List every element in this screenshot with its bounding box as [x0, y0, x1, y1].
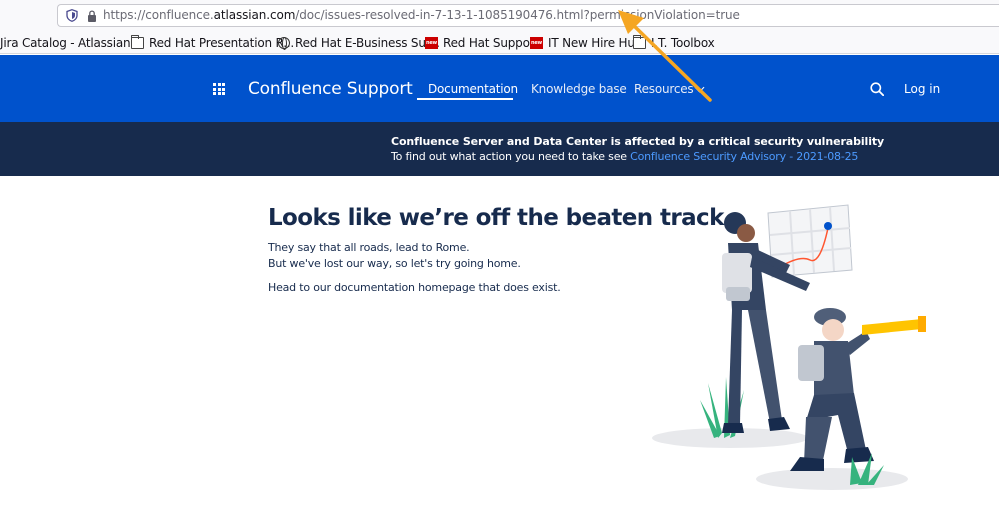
url-prefix: https://confluence. [103, 8, 214, 22]
url-host: atlassian.com [213, 8, 296, 22]
nav-documentation[interactable]: Documentation [428, 82, 518, 96]
message-line-1: They say that all roads, lead to Rome. [268, 241, 470, 254]
app-switcher-icon[interactable] [213, 83, 225, 95]
browser-toolbar: https://confluence.atlassian.com/doc/iss… [0, 0, 999, 31]
bookmark-label: Red Hat E-Business Sui... [295, 36, 440, 50]
bookmark-label: Red Hat Presentation R... [149, 36, 295, 50]
banner-text-lead: To find out what action you need to take… [391, 150, 631, 163]
folder-icon [633, 35, 646, 49]
security-banner: Confluence Server and Data Center is aff… [0, 122, 999, 176]
bookmark-label: I.T. Toolbox [651, 36, 715, 50]
bookmark-label: Red Hat Support [443, 36, 539, 50]
nav-resources[interactable]: Resources [634, 82, 694, 96]
bookmark-red-hat-ebusiness[interactable]: Red Hat E-Business Sui... [278, 35, 440, 51]
tracking-shield-icon[interactable] [66, 9, 78, 22]
banner-title: Confluence Server and Data Center is aff… [391, 135, 885, 148]
banner-text: To find out what action you need to take… [391, 150, 858, 163]
site-brand[interactable]: Confluence Support [248, 79, 413, 99]
redhat-icon: new [425, 37, 438, 49]
login-link[interactable]: Log in [904, 82, 940, 96]
message-line-2: But we've lost our way, so let's try goi… [268, 257, 521, 270]
bookmark-it-toolbox[interactable]: I.T. Toolbox [633, 35, 715, 51]
nav-knowledge-base[interactable]: Knowledge base [531, 82, 627, 96]
bookmark-it-new-hire-hub[interactable]: new IT New Hire Hub [530, 35, 642, 51]
bookmark-jira-catalog[interactable]: Jira Catalog - Atlassian ... [0, 35, 145, 51]
url-text[interactable]: https://confluence.atlassian.com/doc/iss… [103, 8, 740, 22]
active-nav-indicator [417, 98, 513, 100]
globe-icon [278, 37, 290, 50]
chevron-down-icon[interactable] [694, 82, 705, 93]
lock-icon[interactable] [87, 10, 97, 22]
bookmark-label: Jira Catalog - Atlassian ... [0, 36, 145, 50]
bookmark-red-hat-support[interactable]: new Red Hat Support [425, 35, 539, 51]
bookmark-red-hat-presentation[interactable]: Red Hat Presentation R... [131, 35, 294, 51]
security-advisory-link[interactable]: Confluence Security Advisory - 2021-08-2… [630, 150, 858, 163]
message-line-3: Head to our documentation homepage that … [268, 281, 561, 294]
bookmarks-toolbar: Jira Catalog - Atlassian ... Red Hat Pre… [0, 31, 999, 54]
bookmark-label: IT New Hire Hub [548, 36, 643, 50]
redhat-icon: new [530, 37, 543, 49]
site-header: Confluence Support Documentation Knowled… [0, 55, 999, 122]
folder-icon [131, 35, 144, 49]
search-icon[interactable] [870, 82, 884, 96]
address-bar[interactable]: https://confluence.atlassian.com/doc/iss… [57, 4, 999, 27]
url-path: /doc/issues-resolved-in-7-13-1-108519047… [295, 8, 740, 22]
explorers-illustration [652, 204, 926, 490]
